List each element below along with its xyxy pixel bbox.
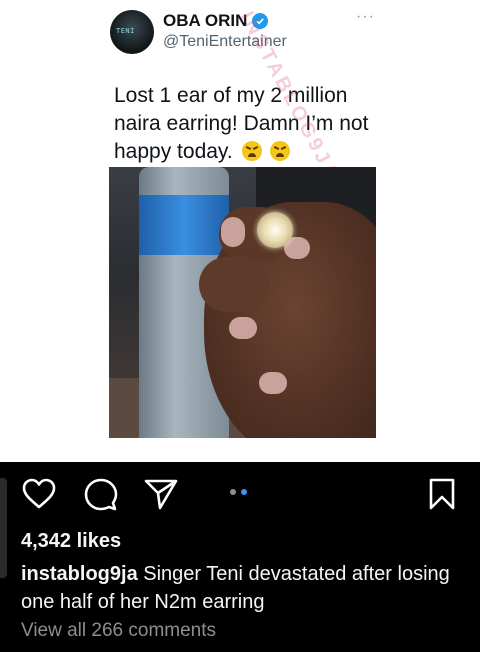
view-all-comments-link[interactable]: View all 266 comments	[21, 620, 216, 642]
heart-icon[interactable]	[22, 478, 56, 510]
tired-face-emoji-icon	[270, 141, 291, 161]
tired-face-emoji-icon	[241, 141, 262, 161]
likes-count[interactable]: 4,342 likes	[21, 530, 121, 553]
tweet-card: TENI OBA ORIN @TeniEntertainer ··· Lost …	[0, 0, 480, 462]
avatar[interactable]: TENI	[110, 10, 154, 54]
carousel-dot	[230, 489, 236, 495]
display-name-text: OBA ORIN	[163, 11, 248, 30]
carousel-dot-active	[241, 489, 247, 495]
tweet-text: Lost 1 ear of my 2 million naira earring…	[114, 82, 384, 166]
bookmark-icon[interactable]	[428, 478, 460, 510]
comment-icon[interactable]	[84, 478, 118, 511]
tweet-photo[interactable]	[109, 167, 376, 438]
carousel-indicator	[230, 489, 247, 495]
earring	[257, 212, 293, 248]
share-icon[interactable]	[144, 478, 178, 510]
more-options-icon[interactable]: ···	[356, 8, 375, 26]
post-caption: instablog9ja Singer Teni devastated afte…	[21, 560, 466, 616]
caption-username[interactable]: instablog9ja	[21, 563, 138, 585]
